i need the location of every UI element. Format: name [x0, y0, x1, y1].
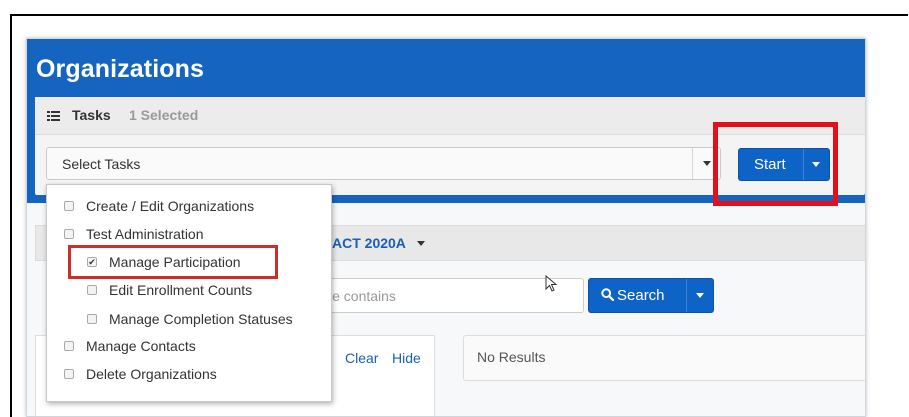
- hide-link[interactable]: Hide: [392, 350, 421, 366]
- administration-selector[interactable]: ACT 2020A: [332, 235, 426, 251]
- filter-placeholder: le contains: [329, 288, 396, 304]
- task-option-test-administration[interactable]: Test Administration: [64, 224, 204, 244]
- task-option-edit-enrollment-counts[interactable]: Edit Enrollment Counts: [87, 280, 252, 300]
- task-option-label: Delete Organizations: [86, 366, 217, 382]
- checkbox-icon[interactable]: [64, 369, 74, 379]
- outer-frame-left: [10, 14, 12, 417]
- tasks-selected-count: 1 Selected: [129, 107, 199, 123]
- results-panel: No Results: [463, 335, 865, 381]
- search-button-divider: [686, 279, 687, 312]
- select-tasks-dropdown[interactable]: Select Tasks: [46, 147, 721, 180]
- no-results-text: No Results: [477, 349, 546, 365]
- highlight-start-button: [713, 122, 838, 206]
- checkbox-icon[interactable]: [64, 229, 74, 239]
- clear-link[interactable]: Clear: [345, 350, 378, 366]
- task-option-manage-completion-statuses[interactable]: Manage Completion Statuses: [87, 309, 293, 329]
- tasks-list-icon: [47, 111, 60, 121]
- administration-name: ACT 2020A: [332, 235, 406, 251]
- filter-input[interactable]: le contains: [317, 278, 584, 313]
- task-option-create-edit-organizations[interactable]: Create / Edit Organizations: [64, 196, 254, 216]
- task-option-delete-organizations[interactable]: Delete Organizations: [64, 364, 217, 384]
- search-button[interactable]: Search: [588, 278, 714, 313]
- highlight-manage-participation: [68, 245, 278, 279]
- search-button-label: Search: [601, 287, 665, 304]
- search-dropdown-chevron-icon[interactable]: [696, 293, 704, 298]
- chevron-down-icon: [417, 241, 426, 246]
- select-tasks-label: Select Tasks: [62, 156, 141, 172]
- task-dropdown-menu: Create / Edit Organizations Test Adminis…: [46, 184, 332, 402]
- page-title: Organizations: [36, 55, 204, 83]
- task-option-label: Edit Enrollment Counts: [109, 282, 253, 298]
- task-option-label: Test Administration: [86, 226, 204, 242]
- checkbox-icon[interactable]: [64, 341, 74, 351]
- outer-frame-top: [10, 14, 908, 16]
- checkbox-icon[interactable]: [87, 314, 97, 324]
- task-option-label: Manage Completion Statuses: [109, 311, 293, 327]
- task-option-label: Manage Contacts: [86, 338, 196, 354]
- chevron-down-icon: [703, 161, 711, 166]
- task-option-manage-contacts[interactable]: Manage Contacts: [64, 336, 196, 356]
- search-icon: [601, 288, 615, 302]
- search-label-text: Search: [617, 287, 665, 304]
- checkbox-icon[interactable]: [64, 201, 74, 211]
- mouse-cursor-icon: [545, 275, 558, 292]
- task-option-label: Create / Edit Organizations: [86, 198, 255, 214]
- checkbox-icon[interactable]: [87, 285, 97, 295]
- tasks-label: Tasks: [72, 107, 111, 123]
